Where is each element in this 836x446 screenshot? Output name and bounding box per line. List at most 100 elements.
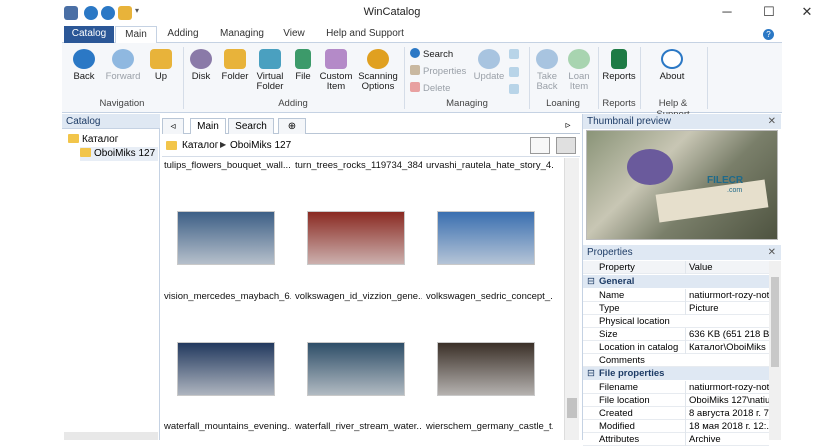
file-name[interactable]: vision_mercedes_maybach_6... [164,291,291,302]
tab-main-view[interactable]: Main [190,118,226,134]
folder-icon [224,49,246,69]
help-icon[interactable]: ? [763,29,774,40]
thumbnail-image[interactable] [307,342,405,396]
zoom-small-icon[interactable] [509,84,519,94]
column-header-value[interactable]: Value [685,261,769,274]
file-name[interactable]: waterfall_river_stream_water... [295,421,422,432]
property-key: Location in catalog [599,342,679,353]
property-row[interactable]: Name natiurmort-rozy-noty-... [583,289,769,302]
new-tab-icon[interactable]: ⊕ [278,118,306,134]
close-icon[interactable]: ✕ [768,245,776,260]
content-area: ◃ Main Search ⊕ ▹ Каталог ▶ OboiMiks 127… [162,114,580,440]
property-key: Name [599,290,625,301]
tab-main[interactable]: Main [115,26,157,44]
update-button[interactable]: Update [472,47,506,82]
tab-managing[interactable]: Managing [214,26,270,43]
property-row[interactable]: File location OboiMiks 127\natiu... [583,394,769,407]
back-button[interactable]: Back [66,47,102,82]
up-button[interactable]: Up [146,47,176,82]
search-label: Search [423,49,454,60]
delete-button[interactable]: Delete [410,82,450,96]
reports-button[interactable]: Reports [600,47,638,82]
loaning-group-label: Loaning [546,98,580,109]
property-key: File location [599,395,650,406]
folder-icon [80,148,91,157]
thumbnail-preview-title: Thumbnail preview [587,116,671,127]
file-name[interactable]: waterfall_mountains_evening... [164,421,291,432]
property-row[interactable]: Modified 18 мая 2018 г. 12:... [583,420,769,433]
section-file-properties[interactable]: ⊟ File properties [583,367,769,380]
take-back-button[interactable]: Take Back [532,47,562,92]
tree-item-root[interactable]: Каталог [68,133,118,147]
properties-scrollbar[interactable] [769,261,781,440]
property-row[interactable]: Comments [583,354,769,367]
forward-label: Forward [105,71,141,82]
breadcrumb-current[interactable]: OboiMiks 127 [230,140,291,151]
back-icon [73,49,95,69]
breadcrumb-root[interactable]: Каталог [182,140,218,151]
scanning-options-button[interactable]: Scanning Options [356,47,400,92]
minimize-button[interactable]: ─ [712,4,742,19]
collapse-icon[interactable]: ⊟ [587,275,595,288]
properties-button[interactable]: Properties [410,65,466,79]
tabs-scroll-right-icon[interactable]: ▹ [558,118,578,134]
property-row[interactable]: Created 8 августа 2018 г. 7... [583,407,769,420]
refresh-small-icon[interactable] [509,49,519,59]
thumbnail-image[interactable] [307,211,405,265]
section-general[interactable]: ⊟ General [583,275,769,288]
property-row[interactable]: Location in catalog Каталог\OboiMiks [583,341,769,354]
scrollbar-thumb[interactable] [567,398,577,418]
tab-search-view[interactable]: Search [228,118,274,134]
horizontal-scrollbar[interactable] [64,432,158,440]
view-mode-icon[interactable] [530,137,550,154]
thumbnail-image[interactable] [177,342,275,396]
file-button[interactable]: File [290,47,316,82]
preview-toggle-icon[interactable] [556,137,576,154]
tree-item-oboimiks[interactable]: OboiMiks 127 [80,147,159,161]
property-value: natiurmort-rozy-noty-... [685,289,769,302]
reports-group-label: Reports [602,98,636,109]
folder-icon [68,134,79,143]
file-name[interactable]: wierschem_germany_castle_t... [426,421,553,432]
thumbnail-image[interactable] [177,211,275,265]
close-icon[interactable]: ✕ [768,114,776,129]
custom-item-button[interactable]: Custom Item [318,47,354,92]
loan-item-button[interactable]: Loan Item [564,47,594,92]
file-name[interactable]: turn_trees_rocks_119734_384... [295,160,422,171]
custom-item-icon [325,49,347,69]
file-name[interactable]: tulips_flowers_bouquet_wall... [164,160,291,171]
file-name[interactable]: volkswagen_id_vizzion_gene... [295,291,422,302]
file-name[interactable]: urvashi_rautela_hate_story_4... [426,160,553,171]
title-bar: ▾ WinCatalog ─ ☐ ✕ [62,0,836,26]
folder-button[interactable]: Folder [218,47,252,82]
column-header-property[interactable]: Property [599,261,679,274]
catalog-pane-header: Catalog [62,114,160,129]
collapse-icon[interactable]: ⊟ [587,367,595,380]
property-row[interactable]: Physical location [583,315,769,328]
expand-small-icon[interactable] [509,67,519,77]
forward-button[interactable]: Forward [102,47,144,82]
tab-help-and-support[interactable]: Help and Support [320,26,410,43]
scrollbar-thumb[interactable] [771,277,779,367]
delete-icon [410,82,420,92]
vertical-scrollbar[interactable] [564,158,579,440]
search-button[interactable]: Search [410,48,453,62]
disk-button[interactable]: Disk [186,47,216,82]
up-label: Up [154,71,168,82]
file-name[interactable]: volkswagen_sedric_concept_... [426,291,553,302]
tab-catalog[interactable]: Catalog [64,26,114,43]
close-button[interactable]: ✕ [792,4,822,20]
property-row[interactable]: Filename natiurmort-rozy-noty-... [583,381,769,394]
property-row[interactable]: Size 636 KB (651 218 By... [583,328,769,341]
virtual-folder-button[interactable]: Virtual Folder [253,47,287,92]
thumbnail-image[interactable] [437,342,535,396]
tab-view[interactable]: View [276,26,312,43]
thumbnail-image[interactable] [437,211,535,265]
about-button[interactable]: About [652,47,692,82]
property-row[interactable]: Type Picture [583,302,769,315]
tabs-scroll-left-icon[interactable]: ◃ [162,118,184,134]
virtual-folder-icon [259,49,281,69]
tree-root-label: Каталог [82,134,119,145]
tab-adding[interactable]: Adding [160,26,206,43]
maximize-button[interactable]: ☐ [754,4,784,20]
